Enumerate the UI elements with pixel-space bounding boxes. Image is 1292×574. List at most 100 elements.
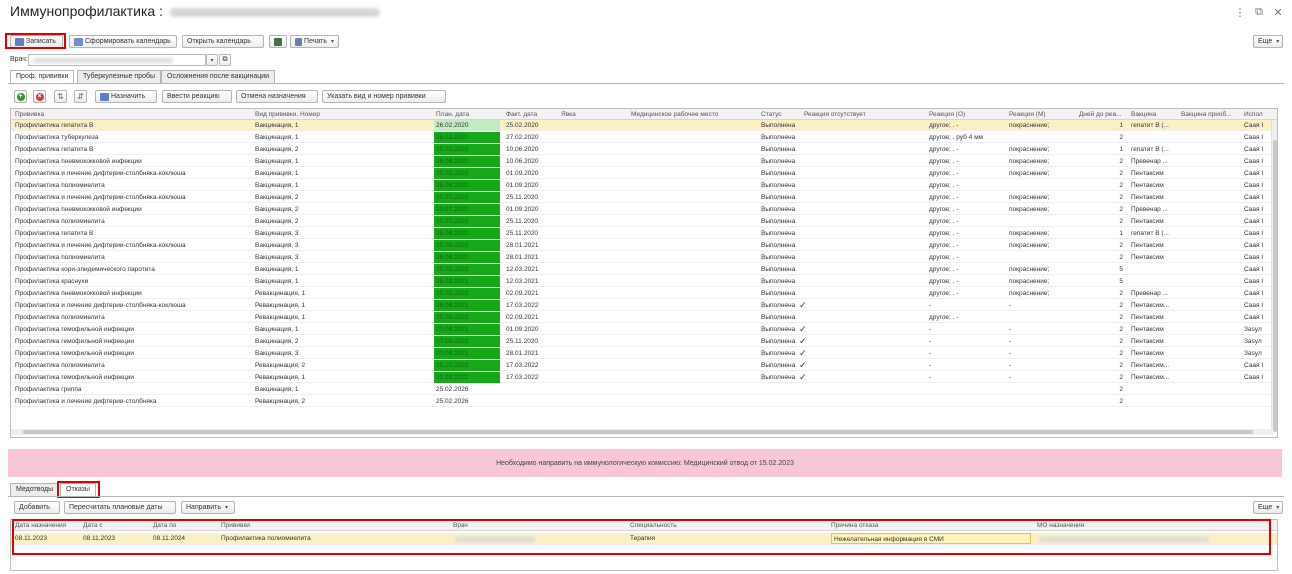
table-row[interactable]: Профилактика полиомиелита Ревакцинация, 1… bbox=[11, 312, 1277, 323]
cell-vaccination: Профилактика и лечение дифтерии-столбняк… bbox=[15, 242, 186, 249]
sort-ascending-button[interactable]: ⇅ bbox=[54, 90, 67, 103]
table-row[interactable]: Профилактика гемофильной инфекции Вакцина… bbox=[11, 348, 1277, 359]
cell-reaction-m: покраснение; bbox=[1009, 242, 1050, 249]
add-vaccination-button[interactable]: + bbox=[14, 90, 27, 103]
table-row[interactable]: Профилактика пневмококковой инфекции Рева… bbox=[11, 288, 1277, 299]
sort-descending-button[interactable]: ⇵ bbox=[74, 90, 87, 103]
horizontal-scrollbar[interactable] bbox=[11, 429, 1273, 435]
cell-fact-date: 10.06.2020 bbox=[506, 158, 539, 165]
delete-vaccination-button[interactable]: × bbox=[33, 90, 46, 103]
tab-post-vaccination-complications[interactable]: Осложнения после вакцинации bbox=[161, 70, 276, 83]
cell-status: Выполнена bbox=[761, 314, 796, 321]
cell-reaction-o: другое; . руб 4 мм bbox=[929, 134, 984, 141]
cell-used: Саая I bbox=[1244, 254, 1264, 261]
assign-button[interactable]: Назначить bbox=[95, 90, 157, 103]
cell-status: Выполнена bbox=[761, 122, 796, 129]
table-row[interactable]: Профилактика и лечение дифтерии-столбняк… bbox=[11, 192, 1277, 203]
column-header: Реакция (О) bbox=[929, 111, 966, 118]
table-row[interactable]: Профилактика и лечение дифтерии-столбняк… bbox=[11, 396, 1277, 407]
table-row[interactable]: Профилактика туберкулеза Вакцинация, 1 28.… bbox=[11, 132, 1277, 143]
cell-used: Саая I bbox=[1244, 302, 1264, 309]
cell-plan-date: 25.08.2020 bbox=[436, 242, 469, 249]
table-row[interactable]: Профилактика полиомиелита Вакцинация, 3 25… bbox=[11, 252, 1277, 263]
table-row[interactable]: Профилактика полиомиелита Вакцинация, 2 10… bbox=[11, 216, 1277, 227]
cell-status: Выполнена bbox=[761, 230, 796, 237]
cell-status: Выполнена bbox=[761, 218, 796, 225]
column-header: Реакция (М) bbox=[1009, 111, 1046, 118]
tab-tuberculin-tests[interactable]: Туберкулезные пробы bbox=[77, 70, 162, 83]
table-row[interactable]: Профилактика полиомиелита Ревакцинация, 2… bbox=[11, 360, 1277, 371]
open-calendar-button[interactable]: Открыть календарь bbox=[182, 35, 264, 48]
doctor-field[interactable] bbox=[28, 54, 206, 66]
table-row[interactable]: Профилактика гемофильной инфекции Вакцина… bbox=[11, 336, 1277, 347]
cell-vaccination: Профилактика и лечение дифтерии-столбняк… bbox=[15, 398, 157, 405]
table-row[interactable]: Профилактика пневмококковой инфекции Вакц… bbox=[11, 204, 1277, 215]
cell-fact-date: 28.01.2021 bbox=[506, 350, 539, 357]
cell-reaction-o: другое; . - bbox=[929, 194, 959, 201]
table-row[interactable]: Профилактика гемофильной инфекции Вакцина… bbox=[11, 324, 1277, 335]
table-row[interactable]: Профилактика кори-эпидемического паротит… bbox=[11, 264, 1277, 275]
cell-fact-date: 12.03.2021 bbox=[506, 278, 539, 285]
table-row[interactable]: Профилактика и лечение дифтерии-столбняк… bbox=[11, 168, 1277, 179]
table-row[interactable]: Профилактика гепатита В Вакцинация, 1 26.0… bbox=[11, 120, 1277, 131]
table-row[interactable]: Профилактика гепатита В Вакцинация, 3 25.0… bbox=[11, 228, 1277, 239]
table-row[interactable]: Профилактика гепатита В Вакцинация, 2 25.0… bbox=[11, 144, 1277, 155]
cell-reaction-o: другое; . - bbox=[929, 206, 959, 213]
table-row[interactable]: Профилактика полиомиелита Вакцинация, 1 25… bbox=[11, 180, 1277, 191]
cell-vaccine: Пентаксим... bbox=[1131, 302, 1170, 309]
make-calendar-button[interactable]: Сформировать календарь bbox=[69, 35, 177, 48]
restore-window-icon[interactable]: ⧉ bbox=[1252, 6, 1266, 19]
send-button[interactable]: Направить ▾ bbox=[181, 501, 235, 514]
enter-reaction-button[interactable]: Ввести реакцию bbox=[162, 90, 232, 103]
doctor-open-button[interactable]: ⧉ bbox=[219, 54, 231, 66]
cell-used: Саая I bbox=[1244, 146, 1264, 153]
table-row[interactable]: Профилактика и лечение дифтерии-столбняк… bbox=[11, 240, 1277, 251]
table-row[interactable]: Профилактика гриппа Вакцинация, 1 25.02.20… bbox=[11, 384, 1277, 395]
cell-vaccine: гепатит В (... bbox=[1131, 146, 1169, 153]
vertical-scrollbar-thumb[interactable] bbox=[1273, 140, 1277, 432]
table-row[interactable]: Профилактика пневмококковой инфекции Вакц… bbox=[11, 156, 1277, 167]
cell-reaction-o: другое; . - bbox=[929, 230, 959, 237]
more-vertical-icon[interactable]: ⋮ bbox=[1233, 6, 1247, 19]
close-icon[interactable]: ✕ bbox=[1271, 6, 1285, 19]
more-button-top[interactable]: Еще ▾ bbox=[1253, 35, 1283, 48]
cell-status: Выполнена bbox=[761, 146, 796, 153]
cell-vaccination: Профилактика пневмококковой инфекции bbox=[15, 206, 142, 213]
cell-vaccination: Профилактика полиомиелита bbox=[15, 362, 105, 369]
doctor-dropdown-button[interactable]: ▾ bbox=[206, 54, 218, 66]
cell-reaction-m: - bbox=[1009, 326, 1012, 333]
image-button[interactable] bbox=[269, 35, 287, 48]
cancel-assignment-button[interactable]: Отмена назначения bbox=[236, 90, 318, 103]
table-row[interactable]: Профилактика краснухи Вакцинация, 1 25.02.… bbox=[11, 276, 1277, 287]
tab-prof-vaccinations[interactable]: Проф. прививки bbox=[10, 70, 75, 84]
cell-used: Саая I bbox=[1244, 194, 1264, 201]
cell-vaccination: Профилактика гриппа bbox=[15, 386, 82, 393]
cell-plan-date: 07.09.2021 bbox=[436, 326, 469, 333]
cell-fact-date: 25.11.2020 bbox=[506, 218, 539, 225]
cell-reaction-o: другое; . - bbox=[929, 278, 959, 285]
vertical-scrollbar[interactable] bbox=[1271, 120, 1277, 432]
checkmark-icon: ✓ bbox=[799, 324, 807, 334]
cell-used: Саая I bbox=[1244, 374, 1264, 381]
add-refusal-button[interactable]: Добавить bbox=[14, 501, 60, 514]
tab-medical-exemptions[interactable]: Медотводы bbox=[10, 483, 60, 496]
cell-vaccination: Профилактика гемофильной инфекции bbox=[15, 338, 134, 345]
cell-status: Выполнена bbox=[761, 326, 796, 333]
cell-type-number: Вакцинация, 1 bbox=[255, 266, 299, 273]
cell-days: 2 bbox=[1119, 362, 1123, 369]
recalculate-dates-button[interactable]: Пересчитать плановые даты bbox=[64, 501, 176, 514]
horizontal-scrollbar-thumb[interactable] bbox=[23, 430, 1253, 434]
print-button[interactable]: Печать ▾ bbox=[290, 35, 339, 48]
specify-vaccine-button[interactable]: Указать вид и номер прививки bbox=[322, 90, 446, 103]
cell-status: Выполнена bbox=[761, 194, 796, 201]
cell-type-number: Вакцинация, 1 bbox=[255, 326, 299, 333]
more-button-bottom[interactable]: Еще ▾ bbox=[1253, 501, 1283, 514]
table-row[interactable]: Профилактика и лечение дифтерии-столбняк… bbox=[11, 300, 1277, 311]
cell-reaction-o: другое; . - bbox=[929, 242, 959, 249]
cell-used: Саая I bbox=[1244, 182, 1264, 189]
cell-plan-date: 26.02.2020 bbox=[436, 122, 469, 129]
cell-plan-date: 07.09.2021 bbox=[436, 338, 469, 345]
cell-days: 2 bbox=[1119, 182, 1123, 189]
table-row[interactable]: Профилактика гемофильной инфекции Ревакци… bbox=[11, 372, 1277, 383]
cell-vaccine: Пентаксим bbox=[1131, 338, 1164, 345]
